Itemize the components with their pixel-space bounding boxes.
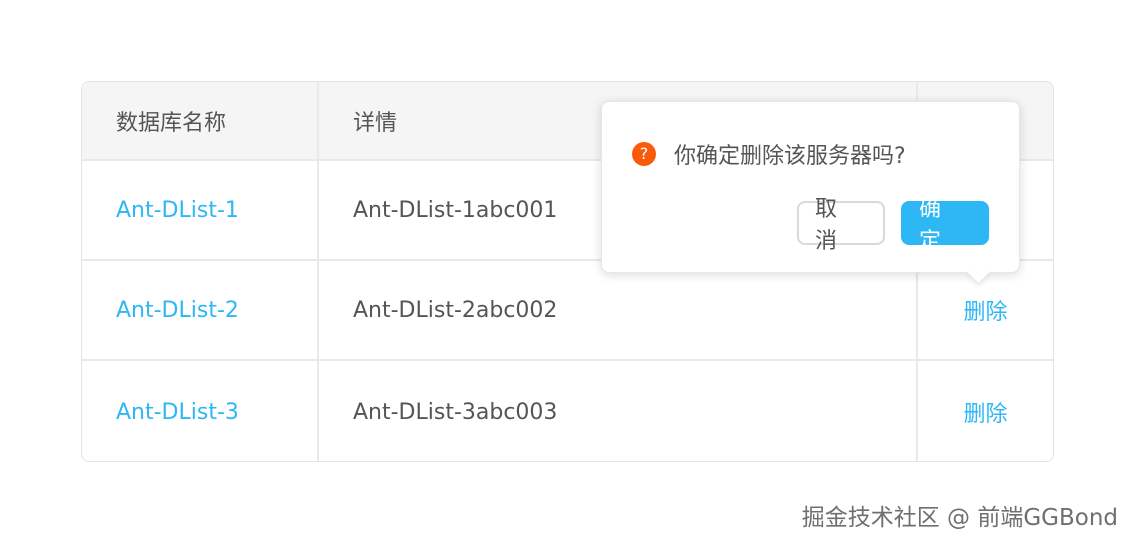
table-row: Ant-DList-2 Ant-DList-2abc002 删除 xyxy=(82,260,1053,361)
question-circle-icon: ? xyxy=(632,142,656,166)
row-2-detail: Ant-DList-2abc002 xyxy=(318,260,918,361)
row-3-action: 删除 xyxy=(917,360,1053,461)
database-name-link[interactable]: Ant-DList-2 xyxy=(116,298,239,323)
row-3-detail: Ant-DList-3abc003 xyxy=(318,360,918,461)
table-row: Ant-DList-3 Ant-DList-3abc003 删除 xyxy=(82,360,1053,461)
row-3-name[interactable]: Ant-DList-3 xyxy=(82,360,319,461)
popconfirm-buttons: 取消 确定 xyxy=(797,197,989,254)
watermark: 掘金技术社区 @ 前端GGBond xyxy=(801,505,1118,531)
popconfirm-message: 你确定删除该服务器吗? xyxy=(674,144,906,169)
delete-link[interactable]: 删除 xyxy=(963,402,1007,427)
popconfirm-message-row: ? 你确定删除该服务器吗? xyxy=(632,138,906,170)
database-name-link[interactable]: Ant-DList-1 xyxy=(116,198,239,223)
header-database-name: 数据库名称 xyxy=(82,82,319,161)
confirm-button[interactable]: 确定 xyxy=(901,197,989,254)
cancel-button[interactable]: 取消 xyxy=(797,197,885,254)
page: 数据库名称 详情 Ant-DList-1 Ant-DList-1abc001 A… xyxy=(0,0,1136,544)
row-2-name[interactable]: Ant-DList-2 xyxy=(82,260,319,361)
row-1-name[interactable]: Ant-DList-1 xyxy=(82,160,319,261)
delete-link[interactable]: 删除 xyxy=(963,300,1007,325)
delete-popconfirm: ? 你确定删除该服务器吗? 取消 确定 xyxy=(601,101,1020,285)
database-name-link[interactable]: Ant-DList-3 xyxy=(116,400,239,425)
